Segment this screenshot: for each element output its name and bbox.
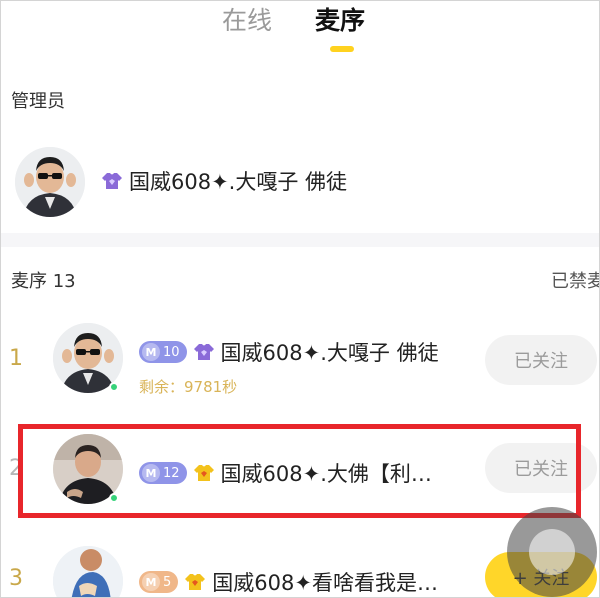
user-name-row: M 10 国威608✦.大嘎子 佛徒: [139, 337, 439, 367]
tab-online[interactable]: 在线: [222, 5, 272, 37]
remaining-time: 剩余：9781秒: [139, 378, 238, 396]
highlight-box: [18, 424, 581, 518]
floating-touch-button[interactable]: [507, 507, 597, 597]
admin-section-label: 管理员: [11, 91, 65, 112]
level-badge: M 5: [139, 571, 179, 593]
queue-count-label: 麦序 13: [11, 271, 76, 292]
purple-vip-shirt-icon: [193, 341, 215, 363]
level-badge: M 10: [139, 341, 187, 363]
level-number: 5: [163, 574, 172, 590]
user-name: 国威608✦.大嘎子 佛徒: [220, 341, 439, 365]
purple-vip-shirt-icon: [101, 170, 123, 192]
tab-bar: 在线 麦序: [1, 1, 599, 63]
user-avatar[interactable]: [53, 546, 123, 597]
section-divider: [1, 233, 599, 247]
level-m-icon: M: [142, 573, 160, 591]
level-number: 10: [163, 344, 180, 360]
rank-number: 1: [9, 346, 23, 371]
person-with-sunglasses-icon: [15, 147, 85, 217]
online-status-dot: [109, 382, 119, 392]
tab-queue[interactable]: 麦序: [315, 5, 365, 37]
gold-vip-shirt-icon: [184, 571, 206, 593]
monk-figure-icon: [53, 546, 123, 597]
level-m-icon: M: [142, 343, 160, 361]
admin-avatar[interactable]: [15, 147, 85, 217]
rank-number: 3: [9, 566, 23, 591]
active-tab-indicator: [330, 46, 354, 52]
following-button[interactable]: 已关注: [485, 335, 597, 385]
user-name-row: M 5 国威608✦看啥看我是…: [139, 567, 438, 597]
user-name: 国威608✦看啥看我是…: [212, 571, 438, 595]
admin-name-row[interactable]: 国威608✦.大嘎子 佛徒: [101, 166, 347, 196]
app-frame: 在线 麦序 管理员 国威608✦.大嘎子 佛徒 麦序 13 已禁麦 1 M 10…: [0, 0, 600, 598]
floating-touch-inner: [529, 529, 575, 575]
banned-mic-button[interactable]: 已禁麦: [551, 267, 599, 293]
admin-name: 国威608✦.大嘎子 佛徒: [129, 170, 348, 194]
